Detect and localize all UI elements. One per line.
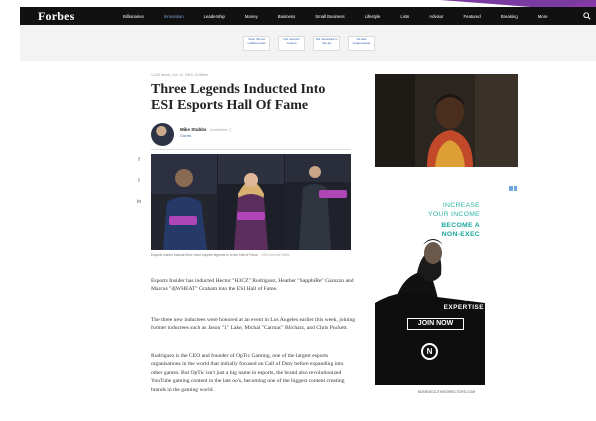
page: Forbes Billionaires Innovation Leadership M… [0,0,596,421]
ad-headline-line: INCREASE [442,202,480,209]
nav-menu: Billionaires Innovation Leadership Money Bus… [123,14,596,19]
author-section-link[interactable]: Games [180,134,191,138]
article-paragraph: The three new inductees were honored at … [151,317,356,332]
nav-item-innovation[interactable]: Innovation [164,14,184,19]
nav-item-lifestyle[interactable]: Lifestyle [365,14,381,19]
photo-panel-left [151,154,217,250]
video-player[interactable] [375,74,518,167]
photo-panel-right [285,154,351,250]
article-paragraph: Esports Insider has inducted Hector "H3C… [151,278,354,293]
ad-tagline-line: EXPERTISE [443,304,484,311]
forbes-logo[interactable]: Forbes [38,9,123,24]
nav-item-more[interactable]: More [538,14,548,19]
article-photo [151,154,351,250]
nav-item-lists[interactable]: Lists [400,14,409,19]
facebook-share-icon[interactable]: f [135,157,143,163]
ad-headline-line: BECOME A [441,222,480,229]
twitter-share-icon[interactable]: t [135,178,143,184]
nav-item-advisor[interactable]: Advisor [429,14,443,19]
author-avatar[interactable] [151,123,174,146]
nav-item-breaking[interactable]: Breaking [501,14,518,19]
nav-item-business[interactable]: Business [278,14,295,19]
ad-tagline-line: YOUR [463,296,484,303]
ad-feedback-option[interactable]: Ad was inappropriate [348,36,375,51]
ad-headline-line: NON-EXEC [441,231,480,238]
ad-tagline-line: SHARE [459,288,484,295]
top-navigation: Forbes Billionaires Innovation Leadership M… [20,7,596,25]
sidebar-advertisement[interactable]: INCREASE YOUR INCOME BECOME A NON-EXEC S… [375,193,518,385]
ad-feedback-option[interactable]: Not interested in this ad [313,36,340,51]
nav-item-money[interactable]: Money [245,14,258,19]
article-paragraph: Rodriguez is the CEO and founder of OpTi… [151,353,345,393]
nav-item-leadership[interactable]: Leadership [204,14,225,19]
article-title: Three Legends Inducted Into ESI Esports … [151,82,326,113]
photo-caption-text: Esports Insider inducts three more espor… [151,253,259,257]
photo-panel-middle [218,154,284,250]
author-byline: Mike Stubbs Contributor ⓘ [180,127,232,133]
search-icon[interactable] [583,12,591,20]
ad-brand-logo: N [421,343,438,360]
ad-headline-line: YOUR INCOME [427,211,480,218]
adchoices-icon[interactable] [509,186,517,191]
linkedin-share-icon[interactable]: in [135,199,143,205]
author-name[interactable]: Mike Stubbs [180,127,207,132]
nav-item-featured[interactable]: Featured [464,14,481,19]
ad-feedback-bar: Seen this ad multiple times Not relevant … [20,25,596,61]
ad-footer-link[interactable]: NONEXECUTIVEDIRECTORS.COM [375,390,518,394]
nav-item-small-business[interactable]: Small Business [315,14,344,19]
ad-feedback-options: Seen this ad multiple times Not relevant … [243,36,375,51]
article-meta: 1,225 views | Jun 12, 2019, 10:59am [151,73,209,77]
join-now-button[interactable]: JOIN NOW [407,318,464,330]
ad-feedback-option[interactable]: Seen this ad multiple times [243,36,270,51]
header-divider [151,149,351,150]
photo-credit: ESI/Lemonte Wells [261,253,290,257]
author-role: Contributor ⓘ [209,128,232,132]
video-frame [375,74,518,167]
ad-feedback-option[interactable]: Not relevant content [278,36,305,51]
nav-item-billionaires[interactable]: Billionaires [123,14,144,19]
photo-caption: Esports Insider inducts three more espor… [151,253,351,258]
